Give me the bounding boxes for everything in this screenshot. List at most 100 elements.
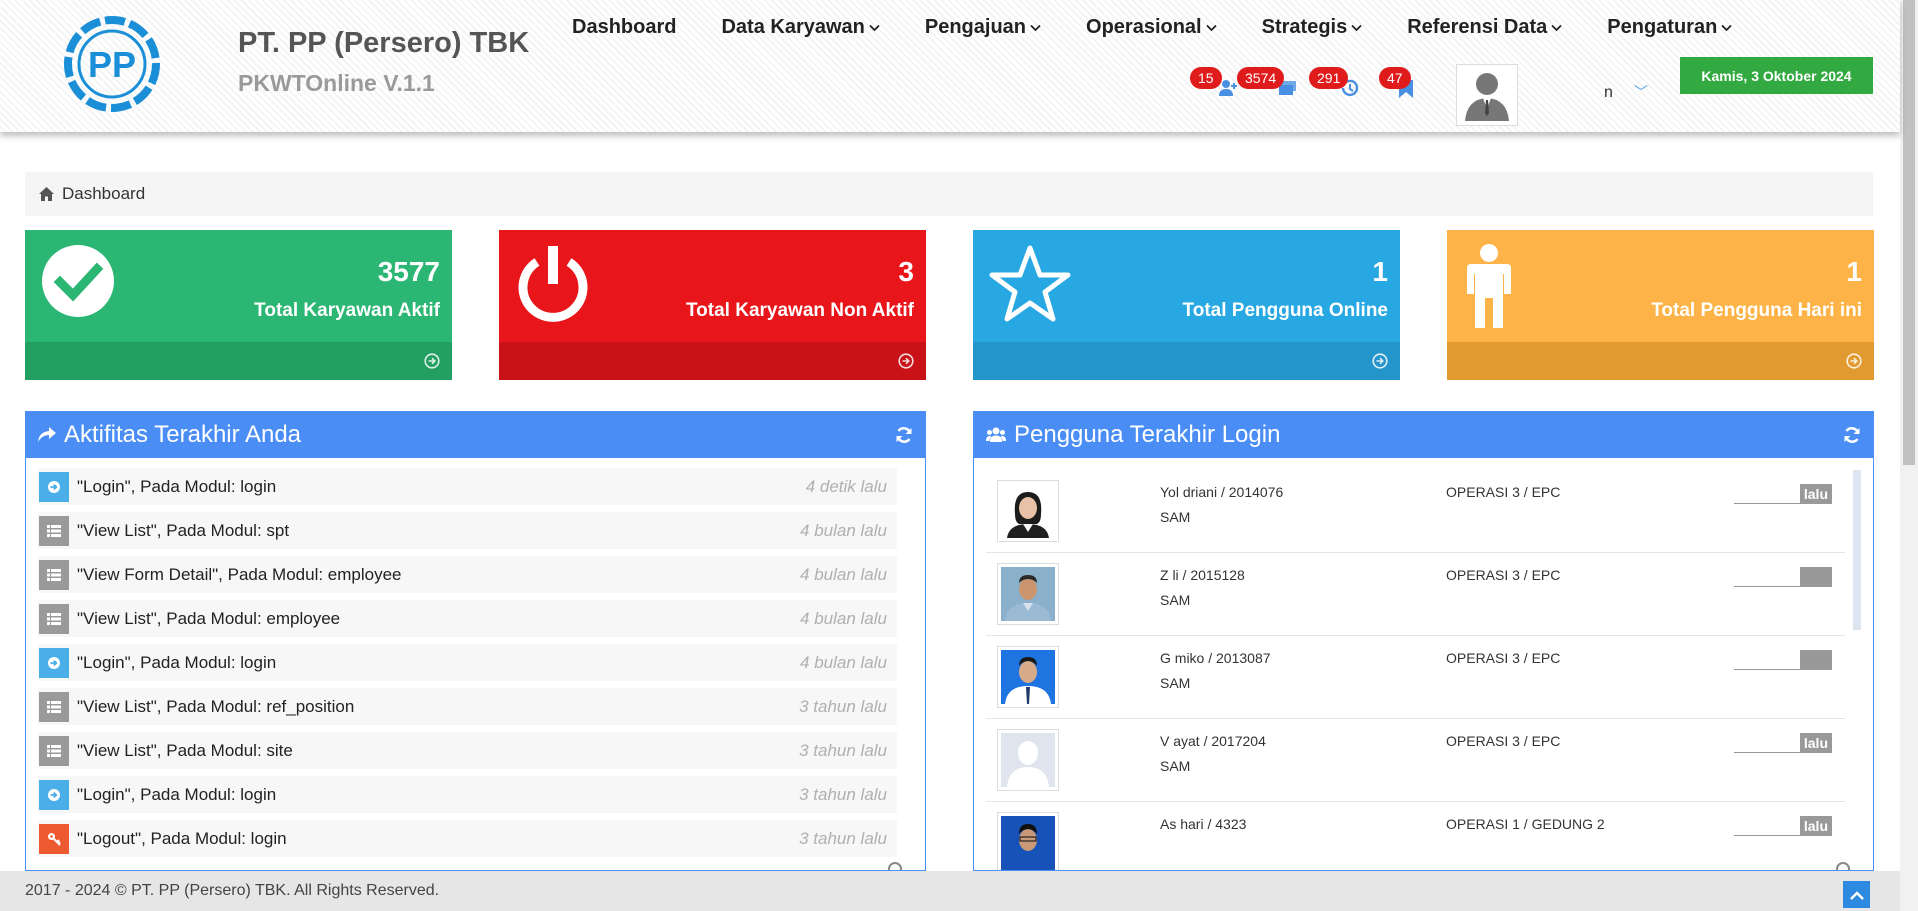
last-login-row: As hari / 4323 OPERASI 1 / GEDUNG 2 lalu bbox=[986, 802, 1845, 870]
stat-tile-total-pengguna-hari-ini[interactable]: 1 Total Pengguna Hari ini bbox=[1447, 230, 1874, 380]
activity-time: 3 tahun lalu bbox=[799, 828, 887, 848]
last-login-refresh-button[interactable] bbox=[1843, 426, 1861, 444]
user-name[interactable]: n bbox=[1604, 84, 1613, 102]
stat-tile-total-karyawan-non-aktif[interactable]: 3 Total Karyawan Non Aktif bbox=[499, 230, 926, 380]
user-photo bbox=[997, 812, 1059, 870]
list-icon bbox=[39, 603, 69, 634]
stat-label: Total Karyawan Non Aktif bbox=[685, 300, 914, 321]
last-login-row: Yol driani / 2014076 SAM OPERASI 3 / EPC la… bbox=[986, 470, 1845, 553]
last-login-list-scrollbar[interactable] bbox=[1853, 470, 1861, 630]
activity-time: 4 bulan lalu bbox=[800, 652, 887, 672]
nav-item-pengaturan[interactable]: Pengaturan bbox=[1607, 14, 1732, 41]
refresh-icon bbox=[896, 427, 912, 443]
chevron-down-icon bbox=[1351, 21, 1362, 35]
notification-badge: 47 bbox=[1379, 67, 1411, 89]
last-login-panel: Pengguna Terakhir Login Yol driani / 201… bbox=[973, 411, 1874, 871]
activity-item: "View List", Pada Modul: employee 4 bulan… bbox=[38, 600, 897, 637]
user-name-nik: Yol driani / 2014076 bbox=[1160, 484, 1284, 500]
user-photo bbox=[997, 646, 1059, 708]
svg-text:PP: PP bbox=[88, 44, 136, 85]
activity-panel-header: Aktifitas Terakhir Anda bbox=[26, 412, 925, 458]
breadcrumb-item-dashboard[interactable]: Dashboard bbox=[62, 184, 145, 204]
stat-tile-footer[interactable] bbox=[499, 342, 926, 380]
arrow-right-circle-icon[interactable] bbox=[898, 353, 914, 374]
nav-item-pengajuan[interactable]: Pengajuan bbox=[925, 14, 1041, 41]
arrow-right-circle-icon[interactable] bbox=[1372, 353, 1388, 374]
list-icon bbox=[39, 515, 69, 546]
activity-item: "Login", Pada Modul: login 3 tahun lalu bbox=[38, 776, 897, 813]
list-icon bbox=[39, 735, 69, 766]
chevron-down-icon bbox=[1551, 21, 1562, 35]
list-icon bbox=[39, 559, 69, 590]
activity-more-icon[interactable] bbox=[888, 862, 902, 870]
company-logo[interactable]: PP bbox=[62, 14, 162, 114]
stat-value: 1 bbox=[1846, 256, 1862, 287]
user-unit: OPERASI 1 / GEDUNG 2 bbox=[1446, 816, 1605, 832]
user-name-nik: As hari / 4323 bbox=[1160, 816, 1247, 832]
person-icon bbox=[1463, 244, 1515, 335]
activity-text: "Login", Pada Modul: login bbox=[77, 476, 277, 496]
activity-text: "Login", Pada Modul: login bbox=[77, 652, 277, 672]
user-unit: OPERASI 3 / EPC bbox=[1446, 567, 1561, 583]
activity-item: "View List", Pada Modul: ref_position 3 t… bbox=[38, 688, 897, 725]
activity-panel-title: Aktifitas Terakhir Anda bbox=[64, 421, 302, 448]
activity-text: "View List", Pada Modul: site bbox=[77, 740, 293, 760]
activity-refresh-button[interactable] bbox=[895, 426, 913, 444]
footer-copyright: 2017 - 2024 © PT. PP (Persero) TBK. All … bbox=[25, 882, 440, 899]
stat-tile-footer[interactable] bbox=[1447, 342, 1874, 380]
stat-label: Total Karyawan Aktif bbox=[254, 300, 440, 321]
activity-text: "Logout", Pada Modul: login bbox=[77, 828, 287, 848]
chevron-down-icon bbox=[1030, 21, 1041, 35]
chevron-down-icon bbox=[1205, 21, 1217, 35]
stat-tile-total-karyawan-aktif[interactable]: 3577 Total Karyawan Aktif bbox=[25, 230, 452, 380]
power-icon bbox=[515, 244, 591, 329]
user-avatar[interactable] bbox=[1456, 64, 1518, 126]
nav-item-data-karyawan[interactable]: Data Karyawan bbox=[721, 14, 880, 41]
stat-tile-body: 3 Total Karyawan Non Aktif bbox=[499, 230, 926, 342]
back-to-top-button[interactable] bbox=[1843, 881, 1870, 908]
user-unit: OPERASI 3 / EPC bbox=[1446, 484, 1561, 500]
user-site: SAM bbox=[1160, 592, 1191, 608]
company-name: PT. PP (Persero) TBK bbox=[238, 27, 530, 59]
last-login-panel-header: Pengguna Terakhir Login bbox=[974, 412, 1873, 458]
activity-list: "Login", Pada Modul: login 4 detik lalu "V… bbox=[26, 458, 925, 857]
user-photo bbox=[997, 563, 1059, 625]
stat-tile-footer[interactable] bbox=[25, 342, 452, 380]
last-login-list: Yol driani / 2014076 SAM OPERASI 3 / EPC la… bbox=[974, 458, 1873, 870]
nav-item-strategis[interactable]: Strategis bbox=[1262, 14, 1363, 41]
notification-badge: 3574 bbox=[1237, 67, 1285, 89]
arrow-right-circle-icon[interactable] bbox=[1846, 353, 1862, 374]
refresh-icon bbox=[1844, 427, 1860, 443]
chevron-down-icon bbox=[1721, 21, 1732, 35]
arrow-right-circle-icon[interactable] bbox=[424, 353, 440, 374]
logout-icon bbox=[39, 823, 69, 854]
stat-tile-body: 1 Total Pengguna Hari ini bbox=[1447, 230, 1874, 342]
stat-label: Total Pengguna Hari ini bbox=[1651, 300, 1862, 321]
activity-item: "Login", Pada Modul: login 4 detik lalu bbox=[38, 468, 897, 505]
last-login-panel-title: Pengguna Terakhir Login bbox=[1014, 421, 1281, 448]
notification-badge: 291 bbox=[1309, 67, 1349, 89]
nav-item-referensi-data[interactable]: Referensi Data bbox=[1407, 14, 1562, 41]
stat-tile-total-pengguna-online[interactable]: 1 Total Pengguna Online bbox=[973, 230, 1400, 380]
user-unit: OPERASI 3 / EPC bbox=[1446, 733, 1561, 749]
login-time-badge: lalu bbox=[1734, 733, 1832, 753]
nav-item-operasional[interactable]: Operasional bbox=[1086, 14, 1217, 41]
last-login-row: V ayat / 2017204 SAM OPERASI 3 / EPC lalu bbox=[986, 719, 1845, 802]
page-scrollbar-thumb[interactable] bbox=[1903, 0, 1915, 465]
activity-time: 3 tahun lalu bbox=[799, 784, 887, 804]
activity-panel: Aktifitas Terakhir Anda "Login", Pada Mo… bbox=[25, 411, 926, 871]
activity-text: "View List", Pada Modul: employee bbox=[77, 608, 341, 628]
last-login-more-icon[interactable] bbox=[1836, 862, 1850, 870]
user-site: SAM bbox=[1160, 509, 1191, 525]
page-footer: 2017 - 2024 © PT. PP (Persero) TBK. All … bbox=[0, 871, 1900, 911]
page-scrollbar[interactable] bbox=[1900, 0, 1918, 911]
user-name-nik: Z li / 2015128 bbox=[1160, 567, 1245, 583]
user-photo bbox=[997, 480, 1059, 542]
user-unit: OPERASI 3 / EPC bbox=[1446, 650, 1561, 666]
activity-item: "View List", Pada Modul: spt 4 bulan lalu bbox=[38, 512, 897, 549]
nav-item-dashboard[interactable]: Dashboard bbox=[572, 14, 676, 41]
main-nav: Dashboard Data Karyawan Pengajuan Operasion… bbox=[572, 14, 1777, 41]
stat-tile-footer[interactable] bbox=[973, 342, 1400, 380]
login-time-badge: lalu bbox=[1734, 816, 1832, 836]
user-menu-chevron-icon[interactable]: ﹀ bbox=[1634, 82, 1648, 102]
